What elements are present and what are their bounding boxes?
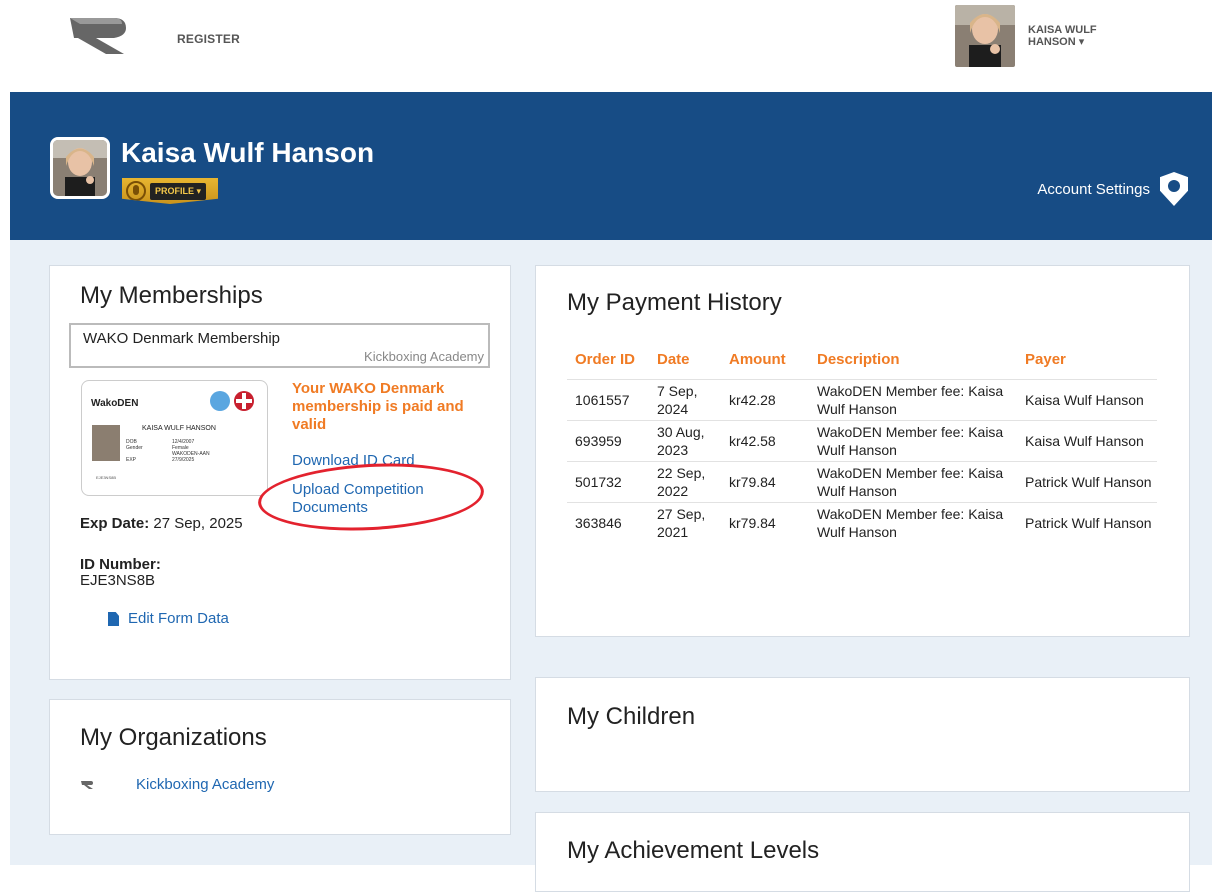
profile-name: Kaisa Wulf Hanson: [121, 137, 375, 168]
account-settings-label: Account Settings: [1037, 180, 1150, 198]
profile-banner: Kaisa Wulf Hanson PROFILE ▾ Account Sett…: [10, 92, 1212, 240]
col-amount: Amount: [729, 351, 786, 369]
profile-badge-icon: [126, 181, 146, 201]
cell-description: WakoDEN Member fee: Kaisa Wulf Hanson: [809, 501, 1017, 543]
shield-user-icon: [1160, 172, 1188, 206]
memberships-title: My Memberships: [80, 282, 263, 309]
cell-order-id: 1061557: [567, 378, 649, 420]
register-link[interactable]: REGISTER: [177, 32, 240, 46]
cell-description: WakoDEN Member fee: Kaisa Wulf Hanson: [809, 419, 1017, 461]
id-number-value: EJE3NS8B: [80, 572, 156, 589]
achievement-levels-card: My Achievement Levels: [535, 812, 1190, 892]
table-row: 363846 27 Sep, 2021 kr79.84 WakoDEN Memb…: [567, 501, 1157, 543]
cell-date: 30 Aug, 2023: [649, 419, 721, 461]
cell-amount: kr79.84: [721, 460, 809, 502]
payment-history-title: My Payment History: [567, 289, 782, 316]
cell-amount: kr42.28: [721, 378, 809, 420]
payment-history-card: My Payment History Order ID Date Amount …: [535, 265, 1190, 637]
table-row: 501732 22 Sep, 2022 kr79.84 WakoDEN Memb…: [567, 460, 1157, 502]
id-number-label: ID Number:: [80, 556, 161, 573]
memberships-card: My Memberships WAKO Denmark Membership K…: [49, 265, 511, 680]
cell-order-id: 501732: [567, 460, 649, 502]
id-card-labels: DOB Gender EXP: [126, 439, 143, 463]
id-card-number: EJE3NS8B: [96, 475, 117, 480]
cell-payer: Kaisa Wulf Hanson: [1017, 378, 1157, 420]
denmark-flag-icon: [234, 391, 254, 411]
membership-item: WAKO Denmark Membership Kickboxing Acade…: [69, 323, 490, 368]
table-header-row: Order ID Date Amount Description Payer: [567, 341, 1157, 379]
table-row: 1061557 7 Sep, 2024 kr42.28 WakoDEN Memb…: [567, 378, 1157, 420]
id-card-photo: [92, 425, 120, 461]
user-avatar[interactable]: [955, 5, 1015, 67]
user-menu[interactable]: KAISA WULF HANSON ▾: [1028, 24, 1138, 48]
avatar-photo: [955, 5, 1015, 67]
children-card: My Children: [535, 677, 1190, 792]
children-title: My Children: [567, 703, 696, 730]
cell-amount: kr79.84: [721, 501, 809, 543]
cell-amount: kr42.58: [721, 419, 809, 461]
col-date: Date: [657, 351, 690, 369]
organization-link[interactable]: Kickboxing Academy: [136, 776, 274, 794]
cell-date: 7 Sep, 2024: [649, 378, 721, 420]
expiry-date: Exp Date: 27 Sep, 2025: [80, 516, 260, 532]
membership-name: WAKO Denmark Membership: [83, 330, 280, 347]
org-logo-icon: [81, 781, 93, 789]
site-logo-icon[interactable]: [66, 14, 128, 58]
expiry-value: 27 Sep, 2025: [153, 515, 243, 532]
id-card-preview: WakoDEN KAISA WULF HANSON DOB Gender EXP…: [81, 380, 268, 496]
dashboard-content: My Memberships WAKO Denmark Membership K…: [10, 240, 1212, 892]
wako-seal-icon: [210, 391, 230, 411]
cell-payer: Patrick Wulf Hanson: [1017, 460, 1157, 502]
expiry-label: Exp Date:: [80, 515, 150, 532]
col-payer: Payer: [1025, 351, 1066, 369]
red-annotation-circle: [256, 458, 486, 536]
document-icon: [108, 612, 119, 626]
profile-photo: [53, 140, 107, 196]
cell-date: 27 Sep, 2021: [649, 501, 721, 543]
cell-description: WakoDEN Member fee: Kaisa Wulf Hanson: [809, 460, 1017, 502]
col-order-id: Order ID: [575, 351, 636, 369]
cell-payer: Patrick Wulf Hanson: [1017, 501, 1157, 543]
edit-form-data-label: Edit Form Data: [128, 610, 229, 627]
membership-organization: Kickboxing Academy: [364, 349, 484, 364]
id-card-holder: KAISA WULF HANSON: [142, 425, 216, 432]
top-navbar: REGISTER KAISA WULF HANSON ▾: [0, 0, 1212, 92]
profile-avatar: [50, 137, 110, 199]
organizations-card: My Organizations Kickboxing Academy: [49, 699, 511, 835]
cell-payer: Kaisa Wulf Hanson: [1017, 419, 1157, 461]
payment-table: Order ID Date Amount Description Payer 1…: [567, 341, 1157, 543]
edit-form-data-link[interactable]: Edit Form Data: [108, 610, 229, 628]
id-card-values: 12/4/2007 Female WAKODEN-AAN 27/9/2025: [172, 439, 210, 463]
cell-order-id: 693959: [567, 419, 649, 461]
cell-description: WakoDEN Member fee: Kaisa Wulf Hanson: [809, 378, 1017, 420]
account-settings-link[interactable]: Account Settings: [1037, 172, 1188, 206]
achievement-levels-title: My Achievement Levels: [567, 837, 820, 864]
organization-item[interactable]: Kickboxing Academy: [80, 776, 274, 794]
organizations-title: My Organizations: [80, 724, 267, 751]
cell-date: 22 Sep, 2022: [649, 460, 721, 502]
profile-menu-button[interactable]: PROFILE ▾: [122, 178, 218, 204]
id-card-brand: WakoDEN: [91, 398, 139, 409]
membership-status: Your WAKO Denmark membership is paid and…: [292, 380, 464, 433]
profile-menu-label: PROFILE ▾: [150, 182, 207, 200]
cell-order-id: 363846: [567, 501, 649, 543]
table-row: 693959 30 Aug, 2023 kr42.58 WakoDEN Memb…: [567, 419, 1157, 461]
col-description: Description: [817, 351, 900, 369]
